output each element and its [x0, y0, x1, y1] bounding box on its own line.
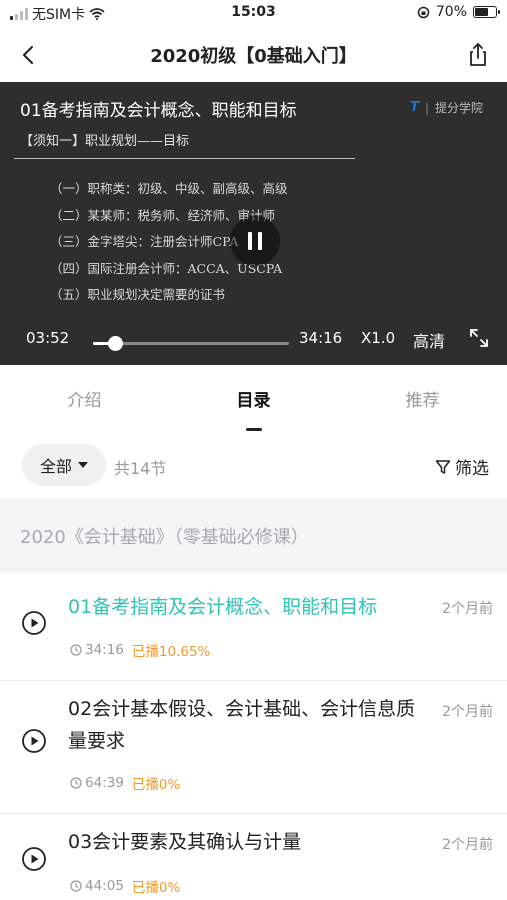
lesson-count: 共14节	[114, 459, 167, 478]
filter-row: 全部 共14节 筛选	[0, 444, 507, 488]
filter-button[interactable]: 筛选	[435, 454, 489, 479]
video-controls: 03:52 34:16 X1.0 高清	[0, 315, 507, 365]
share-icon[interactable]	[463, 40, 493, 70]
current-time: 03:52	[26, 329, 70, 347]
caret-down-icon	[78, 462, 88, 468]
status-right: 70%	[417, 4, 500, 20]
lesson-meta: 64:39 已播0%	[70, 773, 180, 793]
lesson-duration: 34:16	[70, 642, 124, 658]
lesson-meta: 44:05 已播0%	[70, 876, 180, 896]
video-player[interactable]: 01备考指南及会计概念、职能和目标 T | 提分学院 【须知一】职业规划——目标…	[0, 82, 507, 365]
chapter-title: 2020《会计基础》（零基础必修课）	[20, 527, 309, 548]
all-label: 全部	[39, 457, 72, 476]
progress-track[interactable]	[93, 336, 289, 351]
fullscreen-icon[interactable]	[468, 327, 490, 349]
play-icon[interactable]	[21, 610, 47, 636]
lesson-title: 01备考指南及会计概念、职能和目标	[68, 596, 378, 618]
lesson-updated: 2个月前	[442, 601, 493, 617]
all-dropdown[interactable]: 全部	[22, 444, 106, 486]
clock-icon	[70, 880, 82, 892]
progress-knob[interactable]	[108, 336, 124, 351]
filter-icon	[435, 459, 451, 474]
lesson-progress: 已播0%	[131, 880, 181, 896]
lesson-title: 03会计要素及其确认与计量	[68, 831, 302, 853]
video-title: 01备考指南及会计概念、职能和目标	[20, 101, 297, 121]
lesson-duration-text: 44:05	[85, 878, 124, 894]
slide-line: （一）职称类：初级、中级、副高级、高级	[50, 181, 288, 196]
lesson-duration-text: 34:16	[85, 642, 124, 658]
rotation-lock-icon	[417, 6, 430, 18]
quality-button[interactable]: 高清	[413, 328, 445, 352]
brand-separator: |	[424, 100, 429, 115]
status-bar: 无SIM卡 15:03 70%	[0, 0, 507, 26]
tab-bar: 介绍 目录 推荐	[0, 366, 507, 438]
lesson-duration-text: 64:39	[85, 775, 124, 791]
brand-logo: T | 提分学院	[410, 99, 483, 116]
total-duration: 34:16	[299, 329, 343, 347]
filter-label: 筛选	[455, 459, 489, 479]
pause-icon	[248, 232, 252, 250]
slide-line: （五）职业规划决定需要的证书	[50, 287, 226, 302]
tab-intro[interactable]: 介绍	[0, 366, 169, 438]
lesson-item[interactable]: 01备考指南及会计概念、职能和目标 2个月前 34:16 已播10.65%	[0, 573, 507, 681]
lesson-item[interactable]: 02会计基本假设、会计基础、会计信息质量要求 2个月前 64:39 已播0%	[0, 681, 507, 814]
lesson-meta: 34:16 已播10.65%	[70, 640, 210, 660]
brand-mark: T	[410, 100, 419, 115]
back-icon[interactable]	[14, 40, 44, 70]
battery-icon	[473, 6, 500, 18]
lesson-progress: 已播0%	[131, 777, 181, 793]
lesson-duration: 44:05	[70, 878, 124, 894]
lesson-progress: 已播10.65%	[131, 644, 211, 660]
lesson-title: 02会计基本假设、会计基础、会计信息质量要求	[68, 698, 416, 752]
pause-button[interactable]	[230, 216, 280, 266]
page-title: 2020初级【0基础入门】	[150, 46, 357, 67]
tab-catalog[interactable]: 目录	[169, 366, 338, 438]
tab-recommend[interactable]: 推荐	[338, 366, 507, 438]
speed-button[interactable]: X1.0	[361, 329, 395, 347]
lesson-duration: 64:39	[70, 775, 124, 791]
lesson-item[interactable]: 03会计要素及其确认与计量 2个月前 44:05 已播0%	[0, 814, 507, 900]
battery-percent: 70%	[435, 4, 467, 20]
lesson-updated: 2个月前	[442, 837, 493, 853]
play-icon[interactable]	[21, 728, 47, 754]
clock-icon	[70, 644, 82, 656]
play-icon[interactable]	[21, 846, 47, 872]
slide-subtitle: 【须知一】职业规划——目标	[20, 134, 190, 149]
nav-bar: 2020初级【0基础入门】	[0, 30, 507, 80]
lesson-updated: 2个月前	[442, 704, 493, 720]
slide-divider	[14, 158, 355, 159]
brand-name: 提分学院	[434, 101, 483, 115]
clock-icon	[70, 777, 82, 789]
chapter-header[interactable]: 2020《会计基础》（零基础必修课）	[0, 498, 507, 573]
